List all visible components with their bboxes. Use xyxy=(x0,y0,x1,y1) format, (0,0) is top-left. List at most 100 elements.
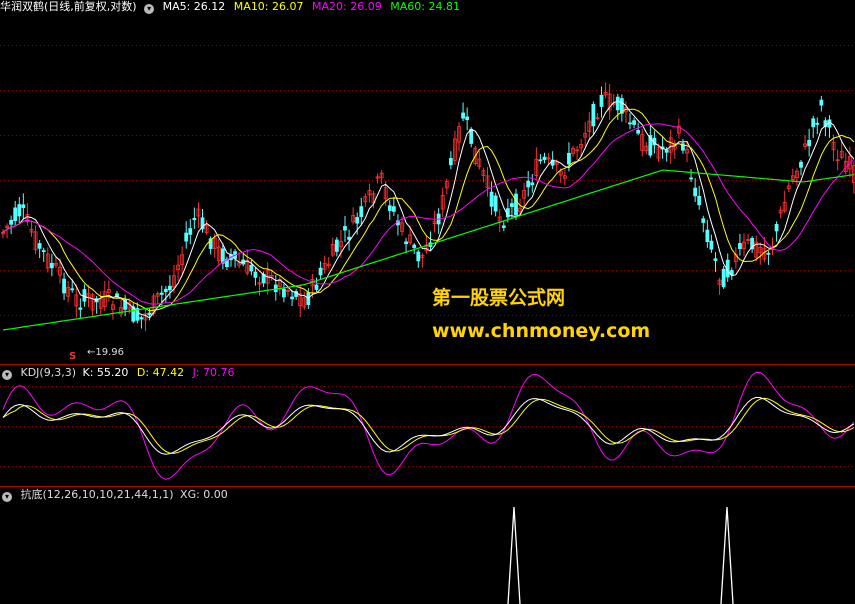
candle-body xyxy=(811,118,816,128)
kdj-j-line xyxy=(2,371,855,480)
ma60-label: MA60: 24.81 xyxy=(390,0,460,13)
kdj-d-value: D: 47.42 xyxy=(136,366,185,379)
candle-body xyxy=(192,217,197,221)
watermark-url: www.chnmoney.com xyxy=(432,320,651,342)
ma5-line xyxy=(2,100,855,319)
candle-body xyxy=(282,288,286,298)
ma20-label: MA20: 26.09 xyxy=(312,0,382,13)
candle-body xyxy=(766,252,771,255)
candle-body xyxy=(493,195,498,212)
candle-body xyxy=(636,130,641,134)
candle-body xyxy=(632,120,636,125)
candle-body xyxy=(273,284,278,293)
candle-body xyxy=(705,229,710,242)
candle-body xyxy=(721,268,726,288)
candle-body xyxy=(334,239,339,252)
candle-body xyxy=(469,128,474,144)
candle-body xyxy=(159,292,164,295)
candle-body xyxy=(318,267,323,276)
xg-signal-spike xyxy=(507,506,521,604)
candle-body xyxy=(774,224,779,232)
xg-value: XG: 0.00 xyxy=(180,488,228,501)
candle-body xyxy=(689,177,693,180)
lowest-price-label: ←19.96 xyxy=(87,347,125,358)
candle-body xyxy=(314,284,319,290)
chart-canvas[interactable] xyxy=(0,0,855,604)
candle-body xyxy=(664,149,669,153)
candle-body xyxy=(290,296,294,300)
candle-body xyxy=(62,278,66,294)
ma10-label: MA10: 26.07 xyxy=(233,0,304,13)
candle-body xyxy=(249,264,254,272)
candle-body xyxy=(78,307,83,310)
candle-body xyxy=(526,180,531,188)
stock-chart-window: 华润双鹤(日线,前复权,对数) ▾ MA5: 26.12 MA10: 26.07… xyxy=(0,0,855,604)
candle-body xyxy=(465,116,470,121)
candle-body xyxy=(514,193,518,216)
candle-body xyxy=(461,112,465,119)
candle-body xyxy=(343,226,347,231)
collapse-toggle-icon[interactable]: ▾ xyxy=(144,4,155,14)
candle-body xyxy=(9,219,14,225)
candle-body xyxy=(628,122,632,125)
candle-body xyxy=(542,156,547,160)
candle-body xyxy=(147,312,152,316)
candle-body xyxy=(697,195,702,206)
main-panel-title: 华润双鹤(日线,前复权,对数) xyxy=(0,0,137,13)
candle-body xyxy=(416,251,421,262)
candle-body xyxy=(17,204,22,217)
watermark-title: 第一股票公式网 xyxy=(432,287,566,309)
candle-body xyxy=(220,248,225,264)
candle-body xyxy=(713,258,718,261)
candle-body xyxy=(139,317,144,320)
candle-body xyxy=(70,288,75,291)
candle-body xyxy=(82,289,87,302)
kdj-j-value: J: 70.76 xyxy=(192,366,235,379)
bottom-panel-header: ▾ 抗底(12,26,10,10,21,44,1,1) XG: 0.00 xyxy=(0,488,233,502)
candle-body xyxy=(404,241,408,245)
bottom-indicator-name: 抗底(12,26,10,10,21,44,1,1) xyxy=(20,488,174,501)
collapse-toggle-icon[interactable]: ▾ xyxy=(2,370,12,380)
candle-body xyxy=(41,250,46,252)
kdj-k-value: K: 55.20 xyxy=(82,366,129,379)
candle-body xyxy=(567,152,571,165)
candle-body xyxy=(253,271,258,278)
kdj-k-line xyxy=(2,396,855,455)
candle-body xyxy=(168,285,172,291)
candle-body xyxy=(489,191,494,207)
sell-signal-mark: S xyxy=(69,351,77,362)
candle-body xyxy=(599,94,604,107)
candle-body xyxy=(184,232,189,242)
main-panel-header: 华润双鹤(日线,前复权,对数) ▾ MA5: 26.12 MA10: 26.07… xyxy=(0,0,465,14)
candle-body xyxy=(538,159,543,162)
candle-body xyxy=(709,240,714,250)
collapse-toggle-icon[interactable]: ▾ xyxy=(2,492,12,502)
candle-body xyxy=(501,225,506,228)
candle-body xyxy=(738,243,742,250)
kdj-panel-header: ▾ KDJ(9,3,3) K: 55.20 D: 47.42 J: 70.76 xyxy=(0,366,240,380)
candle-body xyxy=(693,187,698,197)
candle-body xyxy=(359,206,364,218)
candle-body xyxy=(815,122,820,125)
candle-body xyxy=(591,103,596,127)
candle-body xyxy=(21,204,26,208)
candle-body xyxy=(412,244,417,248)
ma5-label: MA5: 26.12 xyxy=(162,0,226,13)
candle-body xyxy=(188,228,193,235)
ma10-line xyxy=(2,108,855,312)
candle-body xyxy=(799,161,803,168)
xg-signal-spike xyxy=(720,506,734,604)
kdj-indicator-name: KDJ(9,3,3) xyxy=(20,366,77,379)
candle-body xyxy=(510,203,514,208)
candle-body xyxy=(49,262,54,269)
candle-body xyxy=(615,96,620,111)
candle-body xyxy=(448,158,453,166)
candle-body xyxy=(163,288,168,293)
candle-body xyxy=(807,139,812,147)
candle-body xyxy=(530,182,535,186)
candle-body xyxy=(701,218,706,223)
candle-body xyxy=(387,205,392,211)
candle-body xyxy=(355,217,360,224)
candle-body xyxy=(37,243,42,249)
candle-body xyxy=(13,207,18,222)
